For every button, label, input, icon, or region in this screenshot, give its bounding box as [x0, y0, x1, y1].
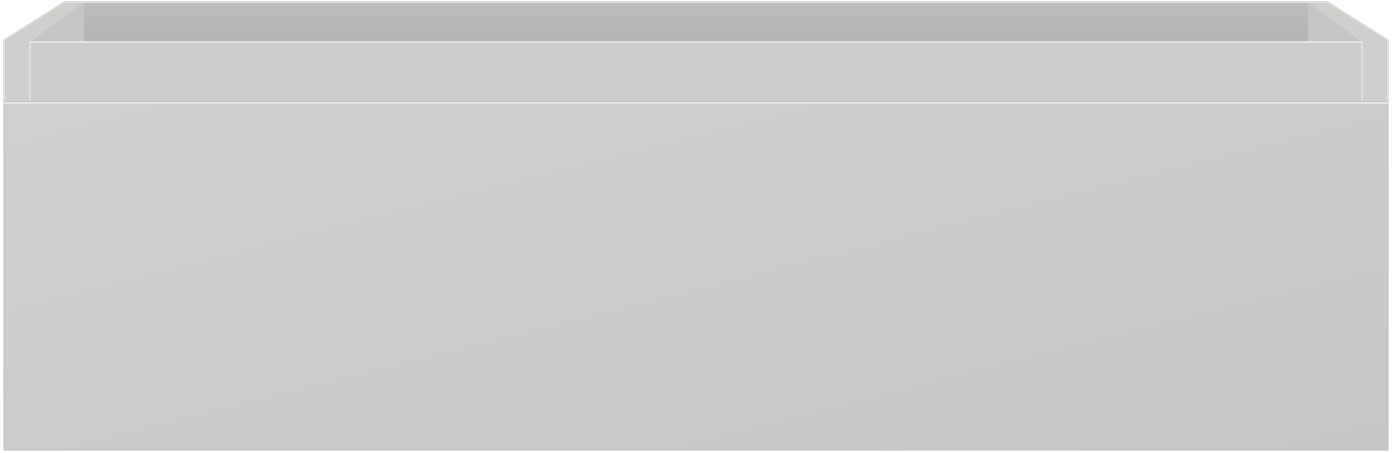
drawer-front-panel: [3, 101, 1389, 451]
drawer-illustration: [3, 1, 1389, 451]
drawer-inner-front-edge: [30, 42, 1362, 102]
drawer-inner-back-wall: [84, 2, 1308, 42]
drawer-render: [0, 0, 1392, 453]
